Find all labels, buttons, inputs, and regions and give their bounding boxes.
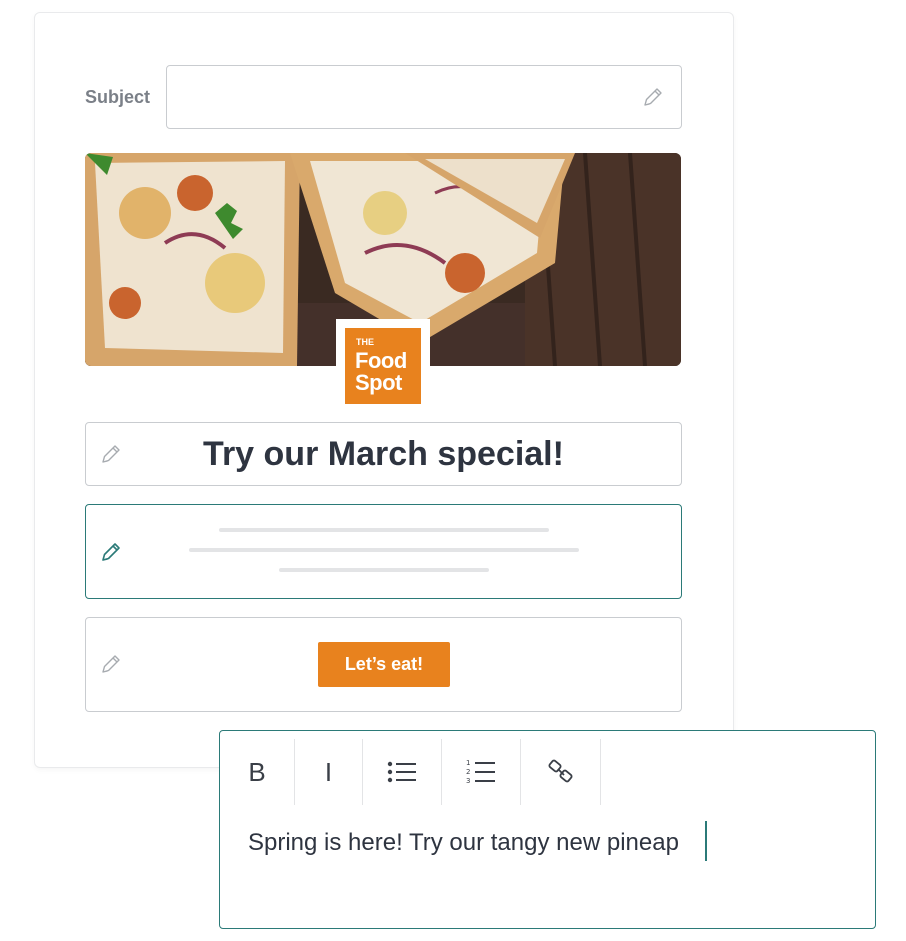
pencil-icon[interactable] xyxy=(99,540,123,564)
text-editor-popup[interactable]: B I 1 2 3 Spring is here! Try our tangy … xyxy=(219,730,876,929)
toolbar-divider xyxy=(600,739,601,805)
bold-button[interactable]: B xyxy=(220,739,294,805)
text-cursor xyxy=(705,821,707,861)
link-icon xyxy=(548,759,572,783)
numbered-digit: 3 xyxy=(466,777,470,785)
numbered-digit: 1 xyxy=(466,759,470,767)
headline-block[interactable]: Try our March special! xyxy=(85,422,682,486)
food-spot-logo: THE Food Spot xyxy=(345,328,421,404)
pencil-icon[interactable] xyxy=(99,652,123,676)
subject-label: Subject xyxy=(85,87,151,107)
lets-eat-button[interactable]: Let’s eat! xyxy=(318,642,450,687)
italic-label: I xyxy=(324,756,333,787)
numbered-digit: 2 xyxy=(466,768,470,776)
editor-text-input[interactable]: Spring is here! Try our tangy new pineap xyxy=(248,829,679,857)
placeholder-line xyxy=(189,548,579,552)
bulleted-list-icon xyxy=(387,761,416,783)
body-text-block[interactable] xyxy=(85,504,682,599)
subject-input[interactable] xyxy=(166,65,682,129)
bulleted-list-button[interactable] xyxy=(363,739,441,805)
headline-text: Try our March special! xyxy=(203,435,564,473)
placeholder-line xyxy=(279,568,489,572)
numbered-list-button[interactable]: 1 2 3 xyxy=(442,739,520,805)
placeholder-line xyxy=(219,528,549,532)
italic-button[interactable]: I xyxy=(295,739,362,805)
pencil-icon[interactable] xyxy=(641,85,665,109)
bold-label: B xyxy=(248,756,266,787)
button-block[interactable]: Let’s eat! xyxy=(85,617,682,712)
link-button[interactable] xyxy=(521,739,600,805)
numbered-list-icon: 1 2 3 xyxy=(466,759,495,785)
